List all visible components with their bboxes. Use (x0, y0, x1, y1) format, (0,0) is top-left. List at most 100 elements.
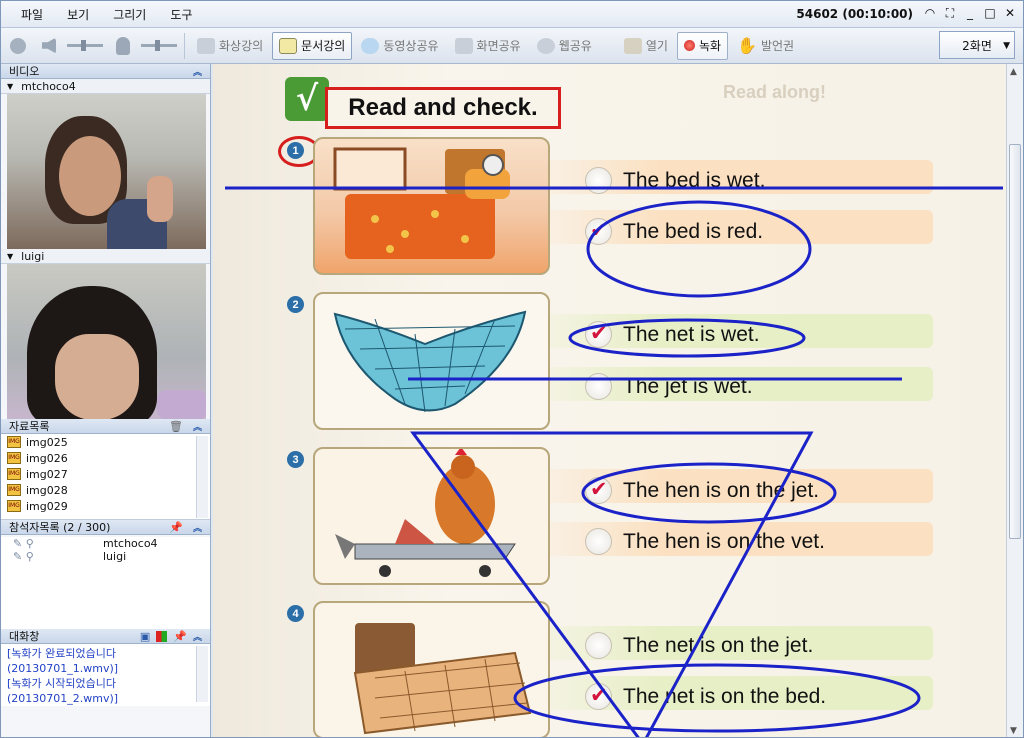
speaker-volume-slider[interactable] (67, 40, 103, 51)
chat-line: (20130701_2.wmv)] (7, 692, 119, 705)
file-name: img026 (26, 451, 68, 465)
radio-button[interactable] (585, 373, 612, 400)
radio-button[interactable] (585, 632, 612, 659)
list-item[interactable]: IMG img025 (7, 434, 210, 450)
files-panel-header: 자료목록 🗑 ︽ (1, 419, 210, 434)
fullscreen-icon[interactable]: ⛶ (943, 6, 957, 21)
collapse-icon[interactable]: ︽ (193, 420, 202, 433)
folder-icon (623, 37, 642, 54)
menu-bar: 파일 보기 그리기 도구 54602 (00:10:00) ◠ ⛶ _ □ ✕ (1, 1, 1023, 28)
file-name: img025 (26, 435, 68, 449)
picture-net-bed (313, 601, 550, 737)
screen-mode-dropdown[interactable]: 2화면 ▼ (939, 31, 1015, 59)
maximize-icon[interactable]: □ (983, 6, 997, 21)
pin-icon[interactable]: 📌 (173, 630, 187, 643)
menu-tools[interactable]: 도구 (158, 6, 204, 23)
answer-text: The bed is red. (623, 219, 764, 243)
hen-jet-illustration (335, 449, 516, 577)
answer-option[interactable]: The jet is wet. (585, 373, 753, 400)
chat-panel-header: 대화창 ▣ 📌 ︽ (1, 629, 210, 644)
participant-row[interactable]: ✎ ⚲ luigi (1, 550, 210, 563)
collapse-icon[interactable]: ︽ (193, 521, 202, 534)
dropdown-arrow-icon[interactable]: ▼ (7, 82, 13, 91)
radio-button[interactable] (585, 167, 612, 194)
image-file-icon: IMG (7, 500, 21, 512)
video-lecture-button[interactable]: 화상강의 (190, 32, 270, 60)
scroll-up-icon[interactable]: ▲ (1010, 67, 1017, 77)
image-file-icon: IMG (7, 452, 21, 464)
radio-button-checked[interactable] (585, 218, 612, 245)
speaker-icon (42, 37, 56, 54)
picture-net (313, 292, 550, 430)
video-user-header: ▼ luigi (1, 249, 210, 264)
speaker-button[interactable] (35, 32, 63, 60)
pen-mic-icon: ✎ ⚲ (13, 550, 34, 563)
record-button[interactable]: 녹화 (676, 31, 729, 60)
scroll-down-icon[interactable]: ▼ (1010, 726, 1017, 736)
participants-panel-title: 참석자목록 (2 / 300) (9, 521, 111, 534)
wifi-icon: ◠ (924, 6, 936, 20)
answer-option[interactable]: The net is on the bed. (585, 683, 826, 710)
webcam-button[interactable] (3, 32, 33, 60)
answer-option[interactable]: The bed is red. (585, 218, 763, 245)
document-icon (279, 37, 298, 54)
document-canvas[interactable]: Read along! √ Read and check. 1 2 3 4 Th… (213, 64, 1007, 737)
video-share-button[interactable]: 동영상공유 (354, 32, 445, 60)
pin-icon[interactable]: 📌 (169, 521, 183, 534)
video-feed-student (7, 264, 206, 419)
answer-text: The net is on the jet. (623, 633, 814, 657)
speak-right-label: 발언권 (760, 39, 795, 53)
scrollbar-thumb[interactable] (1009, 144, 1021, 539)
answer-text: The net is on the bed. (623, 684, 827, 708)
color-palette-icon[interactable] (156, 630, 168, 642)
microphone-button[interactable] (109, 32, 137, 60)
chat-scrollbar[interactable] (196, 646, 208, 702)
list-item[interactable]: IMG img026 (7, 450, 210, 466)
save-icon[interactable]: ▣ (140, 630, 150, 643)
document-lecture-button[interactable]: 문서강의 (272, 31, 353, 60)
answer-option[interactable]: The net is wet. (585, 321, 760, 348)
speak-right-button[interactable]: ✋ 발언권 (730, 32, 801, 60)
menu-file[interactable]: 파일 (1, 6, 55, 23)
participant-row[interactable]: ✎ ⚲ mtchoco4 (1, 537, 210, 550)
app-window: 파일 보기 그리기 도구 54602 (00:10:00) ◠ ⛶ _ □ ✕ … (0, 0, 1024, 738)
answer-text: The hen is on the vet. (623, 529, 825, 553)
minimize-icon[interactable]: _ (963, 6, 977, 21)
menu-view[interactable]: 보기 (55, 6, 101, 23)
list-item[interactable]: IMG img027 (7, 466, 210, 482)
screen-share-button[interactable]: 화면공유 (448, 32, 528, 60)
picture-hen-jet (313, 447, 550, 585)
video-feed-teacher (7, 94, 206, 249)
list-item[interactable]: IMG img029 (7, 498, 210, 514)
file-list-scrollbar[interactable] (196, 436, 208, 518)
exercise-title: Read and check. (325, 87, 561, 129)
close-icon[interactable]: ✕ (1003, 6, 1017, 21)
list-item[interactable]: IMG img028 (7, 482, 210, 498)
video-user-header: ▼ mtchoco4 (1, 79, 210, 94)
answer-option[interactable]: The net is on the jet. (585, 632, 813, 659)
trash-icon[interactable]: 🗑 (169, 420, 183, 433)
answer-option[interactable]: The hen is on the jet. (585, 477, 819, 504)
microphone-volume-slider[interactable] (141, 40, 177, 51)
web-share-button[interactable]: 웹공유 (530, 32, 599, 60)
radio-button[interactable] (585, 528, 612, 555)
radio-button-checked[interactable] (585, 683, 612, 710)
menu-draw[interactable]: 그리기 (101, 6, 158, 23)
check-logo-icon: √ (285, 77, 329, 121)
radio-button-checked[interactable] (585, 477, 612, 504)
answer-option[interactable]: The hen is on the vet. (585, 528, 825, 555)
collapse-icon[interactable]: ︽ (193, 65, 202, 78)
collapse-icon[interactable]: ︽ (193, 630, 202, 643)
chat-log: [녹화가 완료되었습니다 (20130701_1.wmv)] [녹화가 시작되었… (1, 644, 210, 706)
dropdown-arrow-icon[interactable]: ▼ (7, 252, 13, 261)
document-scrollbar[interactable]: ▲ ▼ (1006, 64, 1023, 737)
window-controls: ◠ ⛶ _ □ ✕ (923, 6, 1017, 21)
video-panel-header: 비디오 ︽ (1, 64, 210, 79)
open-button[interactable]: 열기 (617, 32, 675, 60)
screen-mode-label: 2화면 (962, 38, 992, 53)
radio-button-checked[interactable] (585, 321, 612, 348)
image-file-icon: IMG (7, 436, 21, 448)
answer-option[interactable]: The bed is wet. (585, 167, 765, 194)
participant-name: mtchoco4 (103, 537, 158, 550)
video-user-name: mtchoco4 (21, 79, 76, 93)
